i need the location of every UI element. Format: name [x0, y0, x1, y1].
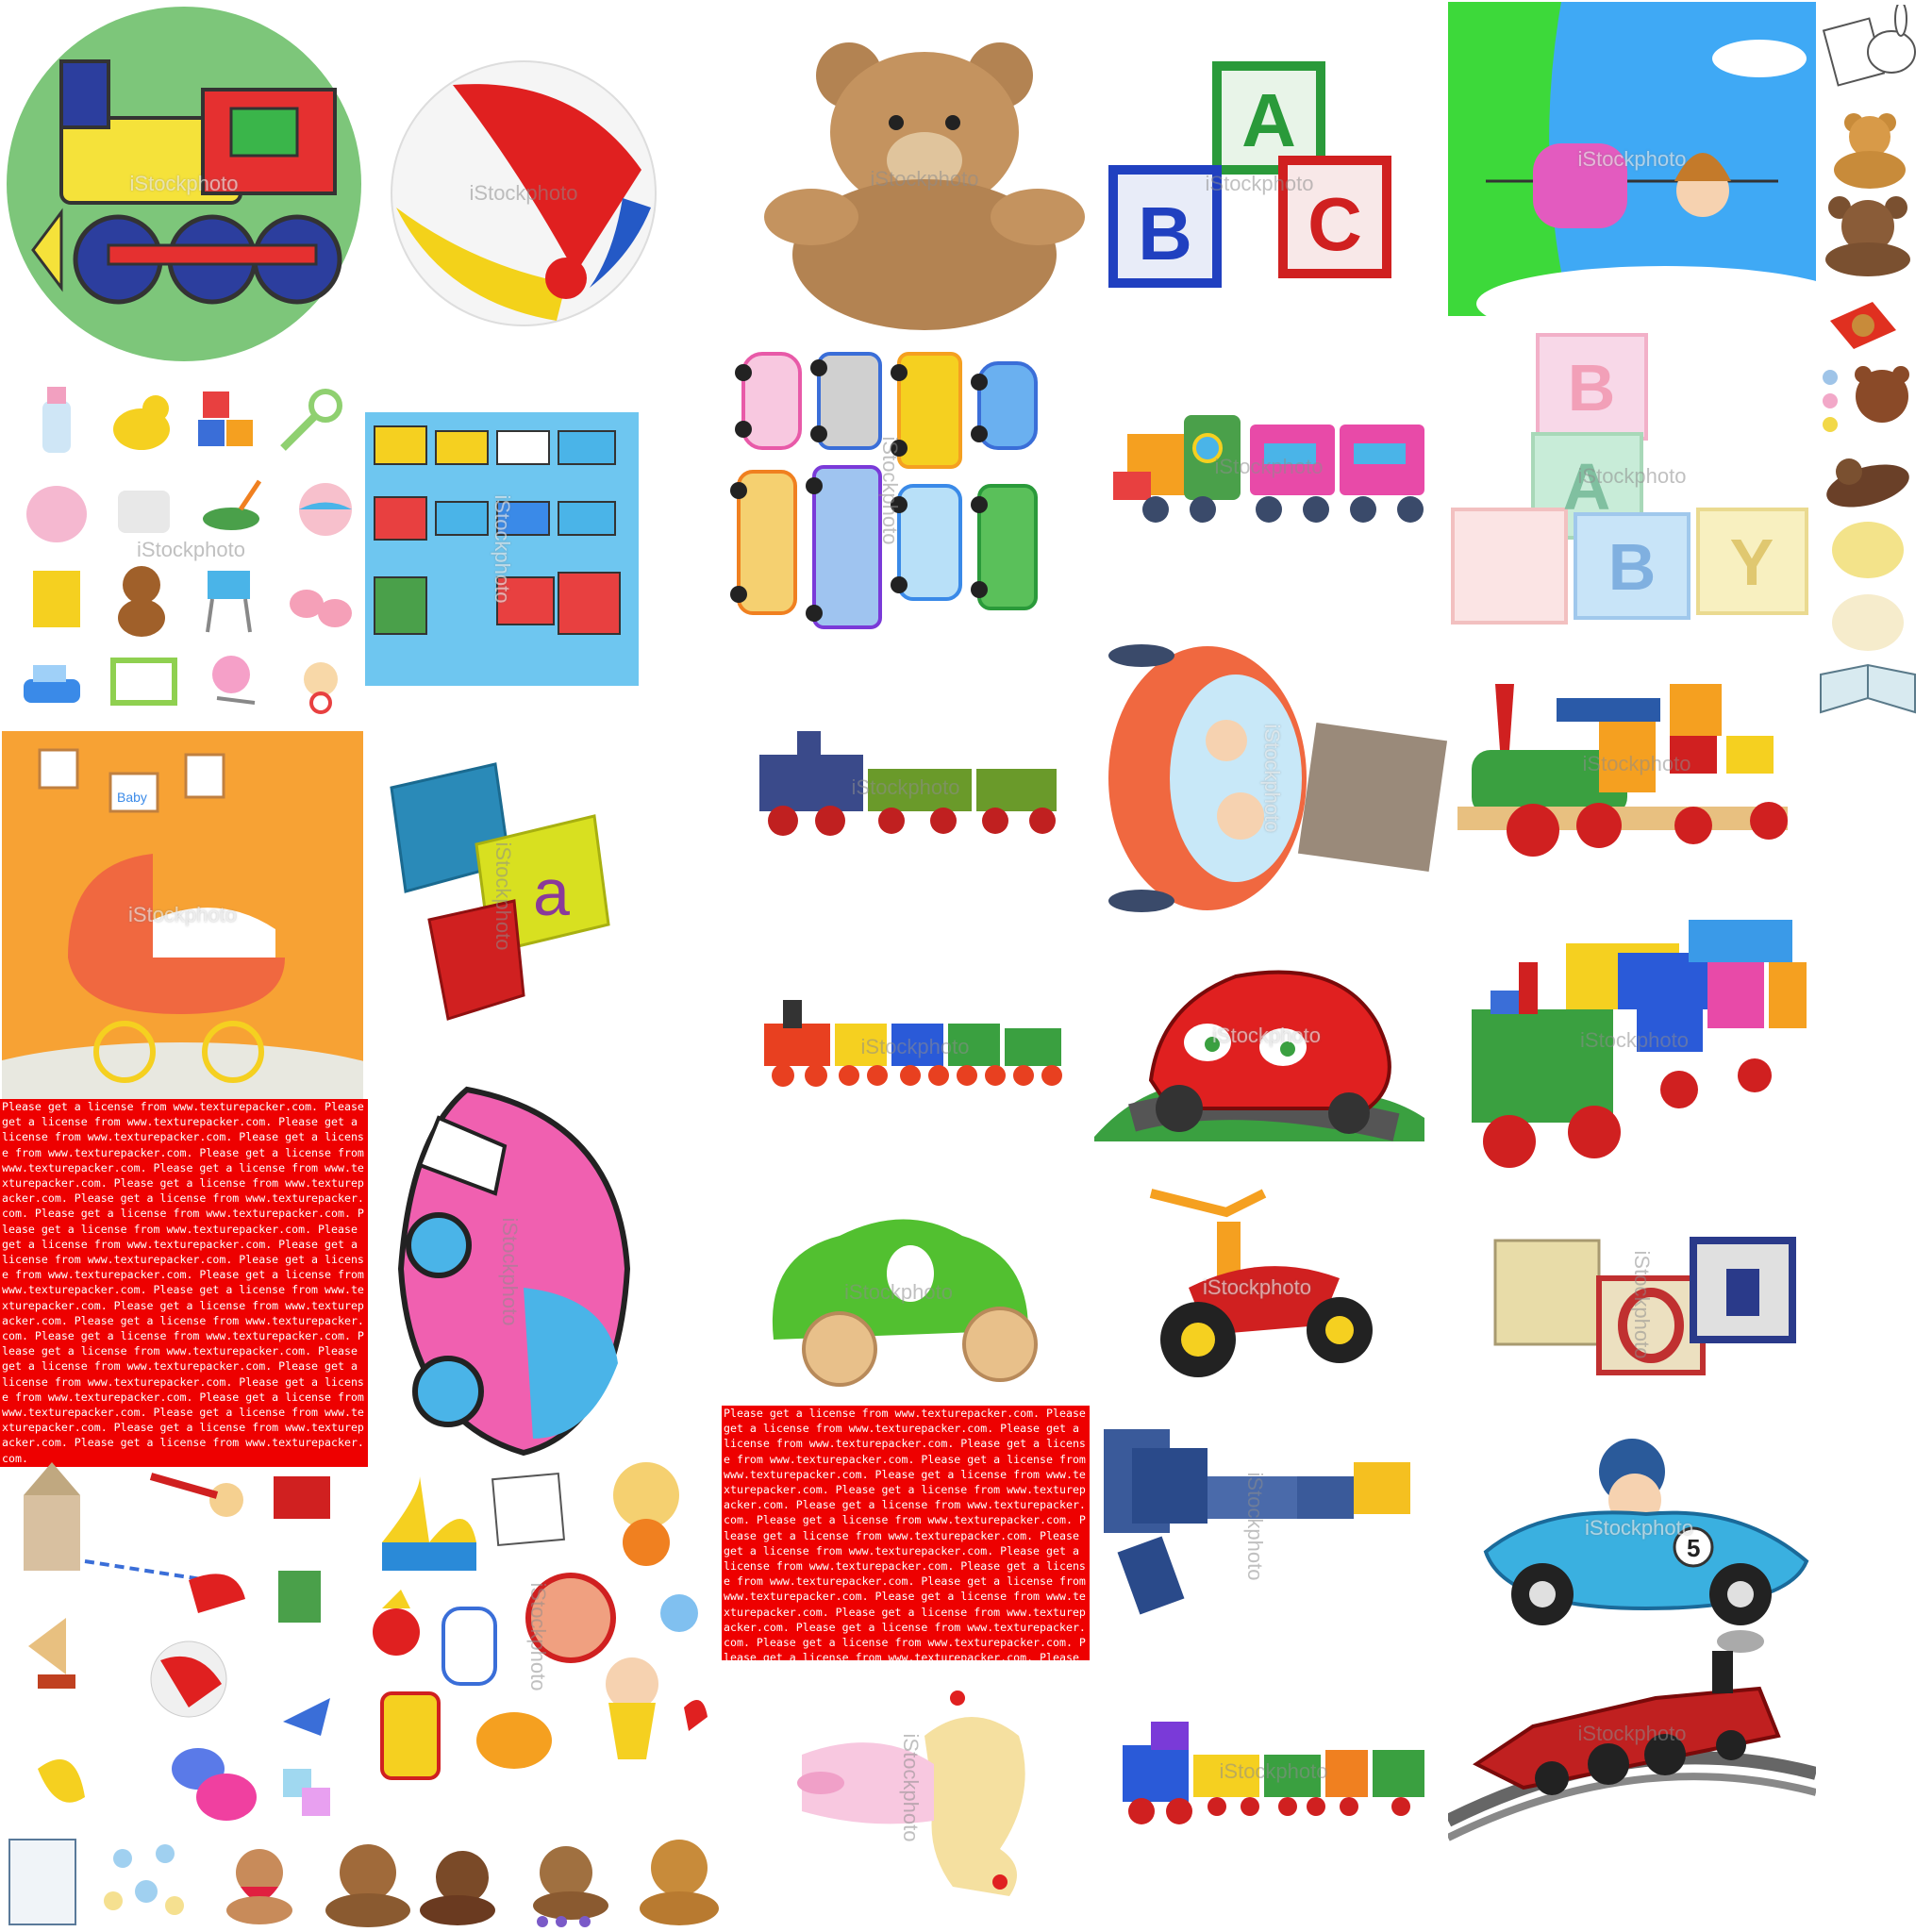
license-notice-left: Please get a license from www.texturepac…: [0, 1099, 368, 1467]
open-book-icon: [1816, 660, 1920, 722]
red-tricycle: iStockphoto: [1132, 1174, 1382, 1401]
wooden-train-toy: iStockphoto: [1457, 665, 1816, 863]
wooden-rainbow-train: iStockphoto: [755, 991, 1075, 1104]
yellow-balloon: [1830, 517, 1910, 583]
small-teddy-1: [1825, 108, 1915, 189]
baby-sign-label: Baby: [117, 790, 147, 805]
letter-cubes: a iStockphoto: [382, 759, 623, 1033]
race-number: 5: [1687, 1534, 1700, 1562]
colorful-train: iStockphoto: [1099, 377, 1439, 557]
stickers-sheet-1: [19, 1457, 340, 1835]
green-wooden-car: iStockphoto: [745, 1198, 1052, 1387]
baby-block-b2: B: [1608, 530, 1657, 604]
mini-wooden-train: iStockphoto: [1113, 1707, 1434, 1835]
toy-vehicles-panel: iStockphoto: [365, 412, 639, 686]
block-train-toy: iStockphoto: [1453, 906, 1816, 1174]
small-bears-group: [1816, 363, 1920, 439]
vintage-letter-blocks: iStockphoto: [1486, 1231, 1797, 1377]
steam-locomotive: iStockphoto: [1448, 1623, 1816, 1844]
swing-illustration: iStockphoto: [1448, 2, 1816, 316]
family-car-cartoon: iStockphoto: [1094, 637, 1448, 920]
small-box-toy: [1825, 292, 1901, 358]
doodle-cars: iStockphoto: [724, 344, 1055, 637]
baby-block-y: Y: [1730, 525, 1774, 599]
abc-blocks: A B C iStockphoto: [1094, 57, 1424, 311]
pink-cartoon-car: iStockphoto: [382, 1080, 637, 1462]
cream-balloon: [1830, 590, 1910, 656]
baby-icons-grid: iStockphoto: [19, 382, 363, 717]
race-car-cartoon: 5 iStockphoto: [1467, 1420, 1811, 1637]
block-letter-a: A: [1241, 78, 1296, 162]
beach-ball: iStockphoto: [387, 57, 660, 330]
license-notice-center: Please get a license from www.texturepac…: [722, 1406, 1090, 1660]
rag-doll: iStockphoto: [783, 1660, 1038, 1915]
baby-blocks: B A B Y iStockphoto: [1448, 325, 1816, 627]
teddy-strip: [5, 1835, 722, 1929]
nursery-pram-illustration: Baby iStockphoto: [2, 731, 363, 1099]
small-teddy-2: [1816, 193, 1920, 278]
smiling-red-car: iStockphoto: [1094, 929, 1439, 1141]
baby-block-a: A: [1563, 450, 1611, 524]
small-lying-bear: [1821, 448, 1915, 514]
blue-wooden-puzzle: iStockphoto: [1094, 1420, 1415, 1632]
block-letter-c: C: [1307, 182, 1362, 266]
stickers-sheet-2: iStockphoto: [363, 1457, 712, 1816]
baby-block-b1: B: [1568, 351, 1616, 425]
train-sticker: iStockphoto: [5, 5, 363, 363]
svg-text:a: a: [533, 856, 570, 929]
bunny-book-icon: [1821, 5, 1924, 90]
wooden-train-blue-green: iStockphoto: [741, 717, 1071, 858]
teddy-bear-photo: iStockphoto: [755, 28, 1094, 330]
block-letter-b: B: [1138, 192, 1192, 275]
